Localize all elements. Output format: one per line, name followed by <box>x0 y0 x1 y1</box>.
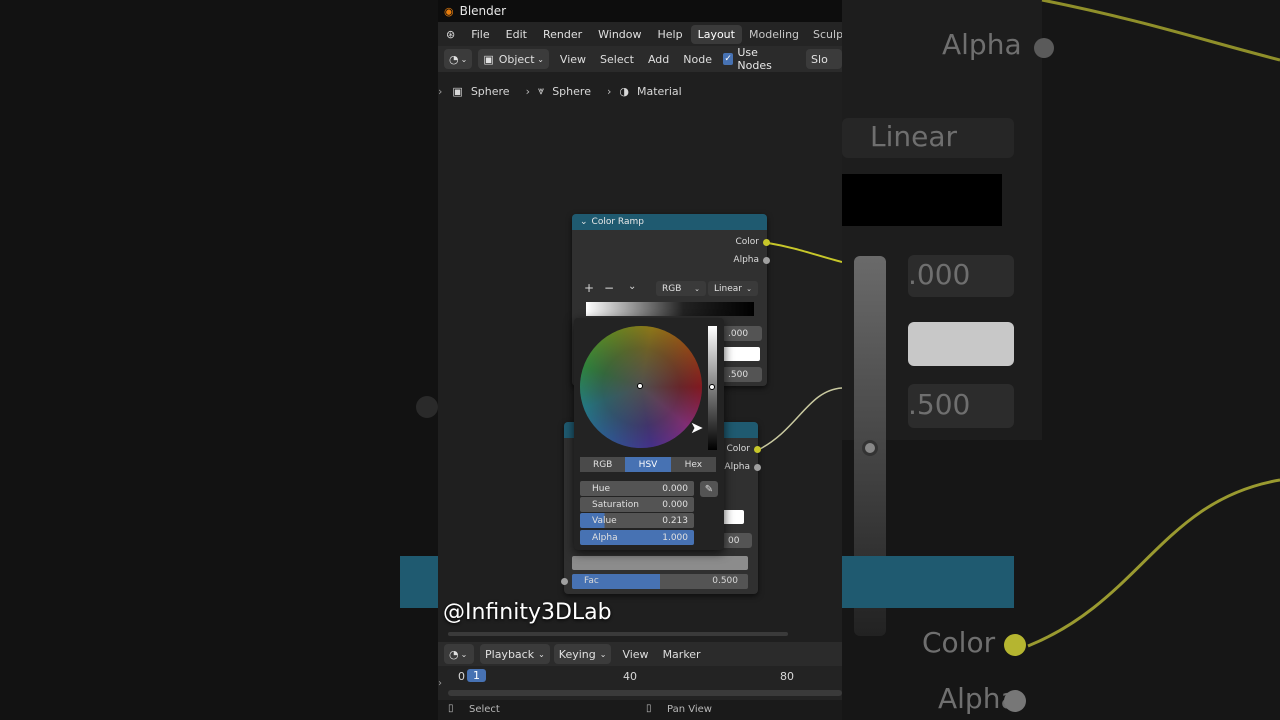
second-output-color-socket[interactable] <box>754 446 761 453</box>
second-partial-field[interactable]: 00 <box>722 533 752 548</box>
alpha-field[interactable]: Alpha 1.000 <box>580 530 694 545</box>
ramp-color-swatch[interactable] <box>722 347 760 361</box>
hsv-color-wheel[interactable] <box>580 326 702 448</box>
ramp-position-value: .000 <box>728 328 749 339</box>
ruler-tick-80: 80 <box>780 670 794 683</box>
fac-input-socket[interactable] <box>561 578 568 585</box>
status-bar: ▯ Select ▯ Pan View <box>438 700 842 720</box>
collapse-icon[interactable]: ⌄ <box>580 217 588 227</box>
frame-ruler[interactable]: 0 1 40 80 <box>438 668 842 688</box>
second-output-color-label: Color <box>726 444 751 454</box>
mouse-left-icon: ▯ <box>448 703 454 714</box>
timeline-expand-icon[interactable]: › <box>438 678 442 689</box>
node-title: Color Ramp <box>591 217 644 227</box>
output-alpha-label: Alpha <box>733 255 759 265</box>
second-output-alpha-socket[interactable] <box>754 464 761 471</box>
value-field[interactable]: Value 0.213 <box>580 513 694 528</box>
output-color-label: Color <box>735 237 760 247</box>
saturation-value: 0.000 <box>662 499 688 510</box>
timeline-scrollbar[interactable] <box>448 690 842 696</box>
saturation-field[interactable]: Saturation 0.000 <box>580 497 694 512</box>
timeline-menu-marker[interactable]: Marker <box>656 648 708 661</box>
ramp-position-field[interactable]: .000 <box>722 326 762 341</box>
horizontal-scrollbar[interactable] <box>448 632 788 636</box>
hue-label: Hue <box>592 483 611 494</box>
value-slider-handle[interactable] <box>709 384 715 390</box>
eyedropper-icon: ✎ <box>704 483 714 495</box>
bg-left-socket <box>416 396 438 418</box>
status-select: Select <box>469 704 500 715</box>
mode-tab-hex[interactable]: Hex <box>670 457 716 472</box>
node-header[interactable]: ⌄ Color Ramp <box>572 214 767 230</box>
chevron-down-icon: ⌄ <box>746 284 752 293</box>
second-bar[interactable] <box>572 556 748 570</box>
saturation-label: Saturation <box>592 499 639 510</box>
keying-menu[interactable]: Keying ⌄ <box>553 644 612 664</box>
hue-value: 0.000 <box>662 483 688 494</box>
bg-left-node-edge <box>400 556 438 608</box>
mode-tab-rgb[interactable]: RGB <box>580 457 626 472</box>
value-value: 0.213 <box>662 515 688 526</box>
alpha-label: Alpha <box>592 532 618 543</box>
fac-slider[interactable]: Fac 0.500 <box>572 574 748 589</box>
playback-label: Playback <box>485 647 535 661</box>
ramp-menu-icon[interactable]: ⌄ <box>628 281 636 292</box>
add-stop-button[interactable]: + <box>584 281 594 295</box>
alpha-value: 1.000 <box>662 532 688 543</box>
fac-label: Fac <box>584 576 599 586</box>
keying-label: Keying <box>558 647 596 661</box>
output-alpha-socket[interactable] <box>763 257 770 264</box>
interpolation-dropdown[interactable]: Linear ⌄ <box>708 281 758 296</box>
second-swatch[interactable] <box>722 510 744 524</box>
chevron-down-icon: ⌄ <box>538 649 545 659</box>
ramp-fac-value: .500 <box>728 369 749 380</box>
timeline-editor-type-button[interactable]: ◔ ⌄ <box>444 644 474 664</box>
color-mode-tabs: RGB HSV Hex <box>580 457 716 472</box>
output-color-socket[interactable] <box>763 239 770 246</box>
watermark: @Infinity3DLab <box>443 600 612 625</box>
hue-field[interactable]: Hue 0.000 <box>580 481 694 496</box>
color-mode-dropdown[interactable]: RGB ⌄ <box>656 281 706 296</box>
playback-menu[interactable]: Playback ⌄ <box>480 644 550 664</box>
ramp-fac-field[interactable]: .500 <box>722 367 762 382</box>
wheel-cursor[interactable] <box>637 383 643 389</box>
chevron-down-icon: ⌄ <box>460 649 468 659</box>
timeline-header: ◔ ⌄ Playback ⌄ Keying ⌄ View Marker <box>438 642 842 666</box>
background-left-panel <box>0 0 438 720</box>
mode-tab-hsv[interactable]: HSV <box>625 457 671 472</box>
status-pan-view: Pan View <box>667 704 712 715</box>
second-output-alpha-label: Alpha <box>724 462 750 472</box>
blender-window: ◉ Blender ⊛ File Edit Render Window Help… <box>438 0 842 720</box>
second-partial-value: 00 <box>728 535 740 546</box>
ruler-tick-0: 0 <box>458 670 465 683</box>
eyedropper-button[interactable]: ✎ <box>700 481 718 497</box>
remove-stop-button[interactable]: − <box>604 281 614 295</box>
mouse-cursor-icon: ➤ <box>690 418 704 437</box>
ruler-tick-40: 40 <box>623 670 637 683</box>
background-zoom-panel: Alpha Linear .000 .500 Color Alpha <box>842 0 1280 720</box>
mouse-middle-icon: ▯ <box>646 703 652 714</box>
chevron-down-icon: ⌄ <box>694 284 700 293</box>
value-label: Value <box>592 515 617 526</box>
current-frame-indicator[interactable]: 1 <box>467 669 486 682</box>
value-slider[interactable] <box>708 326 717 450</box>
color-ramp-gradient[interactable] <box>586 302 754 316</box>
interpolation-value: Linear <box>714 283 742 294</box>
color-mode-value: RGB <box>662 283 682 294</box>
clock-icon: ◔ <box>449 647 459 661</box>
bg-links <box>1027 0 1280 648</box>
timeline-menu-view[interactable]: View <box>615 648 655 661</box>
fac-value: 0.500 <box>712 576 738 586</box>
chevron-down-icon: ⌄ <box>599 649 607 659</box>
